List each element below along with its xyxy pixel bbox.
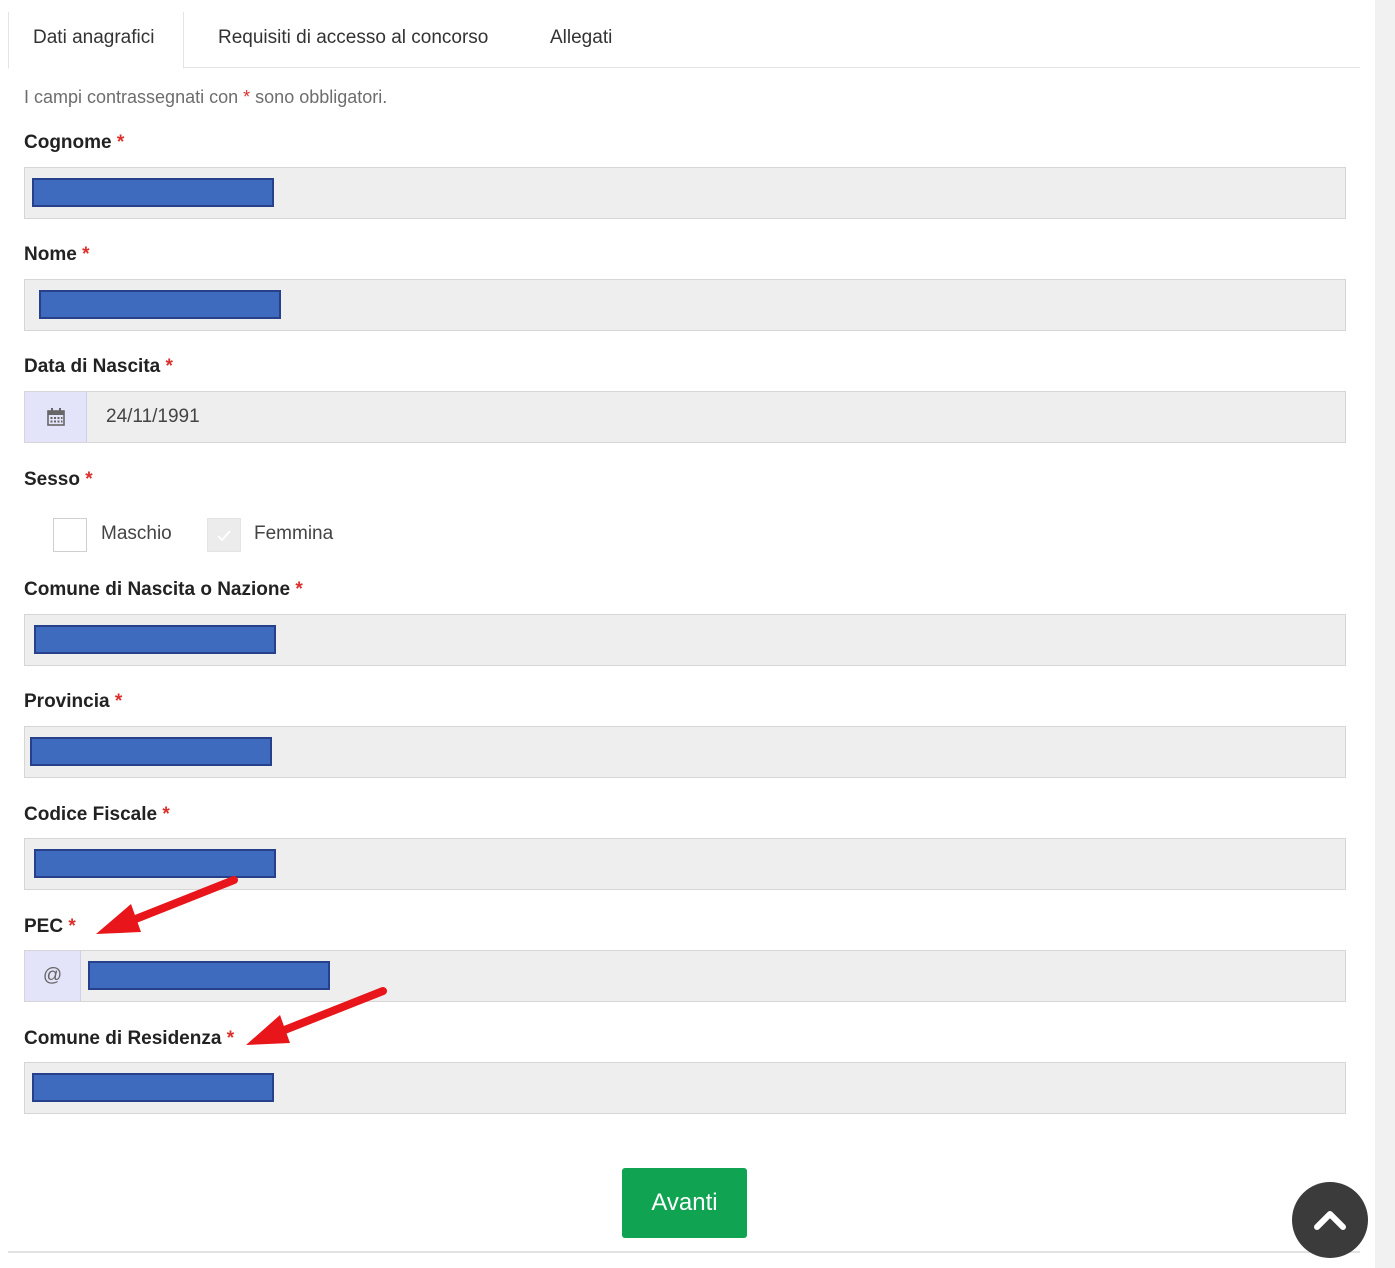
nome-input[interactable]: [24, 279, 1346, 331]
label-sesso: Sesso *: [24, 469, 93, 491]
label-text: Data di Nascita: [24, 356, 161, 377]
label-text: Comune di Residenza: [24, 1028, 222, 1049]
cognome-input[interactable]: [24, 167, 1346, 219]
radio-label-femmina: Femmina: [254, 523, 334, 544]
label-data-nascita: Data di Nascita *: [24, 356, 173, 378]
comune-nascita-input[interactable]: [24, 614, 1346, 666]
chevron-up-icon: [1314, 1211, 1346, 1230]
check-icon: [217, 530, 231, 542]
scroll-to-top-button[interactable]: [1292, 1182, 1368, 1258]
label-nome: Nome *: [24, 244, 89, 266]
label-text: PEC: [24, 916, 64, 937]
note-prefix: I campi contrassegnati con: [24, 87, 239, 107]
label-text: Cognome: [24, 132, 112, 153]
comune-residenza-input[interactable]: [24, 1062, 1346, 1114]
label-codice-fiscale: Codice Fiscale *: [24, 804, 170, 826]
label-text: Sesso: [24, 469, 80, 490]
redacted-value: [32, 178, 274, 207]
redacted-value: [32, 1073, 274, 1102]
label-comune-residenza: Comune di Residenza *: [24, 1028, 234, 1050]
radio-maschio[interactable]: [53, 518, 87, 552]
radio-label-maschio: Maschio: [101, 523, 172, 544]
form-tabs: Dati anagrafici Requisiti di accesso al …: [8, 12, 1360, 69]
page-scrollbar[interactable]: [1375, 0, 1395, 1268]
redacted-value: [39, 290, 281, 319]
required-fields-note: I campi contrassegnati con * sono obblig…: [24, 87, 387, 108]
label-text: Comune di Nascita o Nazione: [24, 579, 291, 600]
radio-femmina[interactable]: [207, 518, 241, 552]
required-star: *: [226, 1028, 235, 1049]
redacted-value: [30, 737, 272, 766]
codice-fiscale-input[interactable]: [24, 838, 1346, 890]
redacted-value: [34, 625, 276, 654]
application-form-page: Dati anagrafici Requisiti di accesso al …: [0, 0, 1395, 1268]
required-star: *: [82, 244, 90, 265]
required-star: *: [114, 691, 123, 712]
label-cognome: Cognome *: [24, 132, 124, 154]
label-pec: PEC *: [24, 916, 76, 938]
required-star: *: [162, 804, 170, 825]
note-suffix: sono obbligatori.: [255, 87, 388, 107]
tab-allegati[interactable]: Allegati: [526, 12, 636, 68]
required-star: *: [243, 87, 251, 107]
required-star: *: [68, 916, 76, 937]
tab-requisiti-accesso[interactable]: Requisiti di accesso al concorso: [194, 12, 512, 68]
pec-input[interactable]: @: [24, 950, 1346, 1002]
redacted-value: [34, 849, 276, 878]
label-text: Codice Fiscale: [24, 804, 158, 825]
label-comune-nascita: Comune di Nascita o Nazione *: [24, 579, 303, 601]
date-value: 24/11/1991: [106, 406, 200, 427]
required-star: *: [295, 579, 303, 600]
required-star: *: [116, 132, 125, 153]
calendar-icon: [46, 408, 65, 426]
label-text: Provincia: [24, 691, 110, 712]
at-addon: @: [25, 951, 81, 1001]
avanti-button[interactable]: Avanti: [622, 1168, 747, 1238]
required-star: *: [85, 469, 93, 490]
at-sign-icon: @: [42, 965, 63, 986]
label-provincia: Provincia *: [24, 691, 122, 713]
provincia-input[interactable]: [24, 726, 1346, 778]
calendar-addon[interactable]: [25, 392, 87, 442]
redacted-value: [88, 961, 330, 990]
form-bottom-divider: [8, 1251, 1360, 1253]
label-text: Nome: [24, 244, 77, 265]
required-star: *: [165, 356, 173, 377]
data-nascita-input[interactable]: 24/11/1991: [24, 391, 1346, 443]
tab-dati-anagrafici[interactable]: Dati anagrafici: [8, 12, 184, 69]
